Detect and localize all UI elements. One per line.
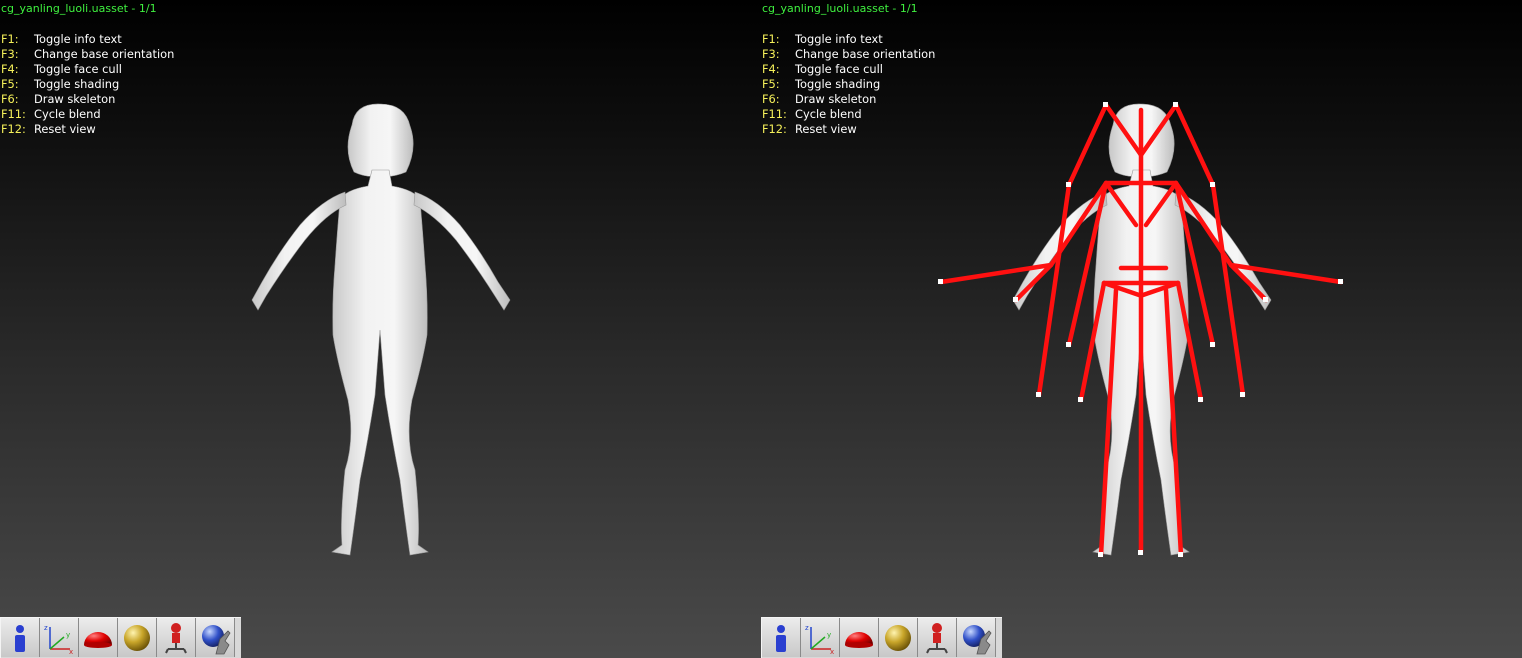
shortcut-desc: Toggle face cull bbox=[34, 62, 122, 76]
shortcut-desc: Draw skeleton bbox=[34, 92, 116, 106]
shortcut-row: F5: Toggle shading bbox=[762, 77, 935, 92]
skeleton-button[interactable] bbox=[157, 618, 196, 657]
axes-button[interactable]: z y x bbox=[40, 618, 79, 657]
shortcut-row: F4: Toggle face cull bbox=[1, 62, 174, 77]
info-button[interactable] bbox=[1, 618, 40, 657]
shortcut-key: F5: bbox=[1, 77, 19, 91]
svg-text:y: y bbox=[66, 631, 70, 639]
shortcut-row: F1: Toggle info text bbox=[1, 32, 174, 47]
red-robot-icon bbox=[926, 622, 948, 653]
shortcut-key: F3: bbox=[1, 47, 19, 61]
shortcut-row: F5: Toggle shading bbox=[1, 77, 174, 92]
environment-button[interactable] bbox=[957, 618, 996, 657]
shortcut-key: F3: bbox=[762, 47, 780, 61]
viewport-right[interactable]: cg_yanling_luoli.uasset - 1/1 F1: Toggle … bbox=[761, 0, 1522, 658]
file-title: cg_yanling_luoli.uasset - 1/1 bbox=[762, 2, 918, 15]
shading-button[interactable] bbox=[840, 618, 879, 657]
shortcut-row: F4: Toggle face cull bbox=[762, 62, 935, 77]
svg-text:y: y bbox=[827, 631, 831, 639]
material-button[interactable] bbox=[879, 618, 918, 657]
shading-button[interactable] bbox=[79, 618, 118, 657]
shortcut-row: F11: Cycle blend bbox=[762, 107, 935, 122]
shortcut-row: F6: Draw skeleton bbox=[1, 92, 174, 107]
shortcut-key: F1: bbox=[762, 32, 780, 46]
shortcut-desc: Toggle info text bbox=[795, 32, 883, 46]
environment-button[interactable] bbox=[196, 618, 235, 657]
shortcut-key: F4: bbox=[762, 62, 780, 76]
axes-icon: z y x bbox=[44, 624, 73, 655]
shortcut-list: F1: Toggle info text F3: Change base orien… bbox=[1, 32, 174, 137]
shortcut-list: F1: Toggle info text F3: Change base orien… bbox=[762, 32, 935, 137]
info-icon bbox=[776, 624, 786, 652]
globe-hand-icon bbox=[202, 624, 231, 654]
shortcut-desc: Toggle shading bbox=[34, 77, 120, 91]
shortcut-desc: Cycle blend bbox=[795, 107, 862, 121]
shortcut-row: F1: Toggle info text bbox=[762, 32, 935, 47]
shortcut-row: F12: Reset view bbox=[1, 122, 174, 137]
svg-text:x: x bbox=[69, 648, 73, 655]
viewer-toolbar: z y x bbox=[761, 617, 1002, 658]
globe-hand-icon bbox=[963, 624, 992, 654]
shortcut-row: F3: Change base orientation bbox=[762, 47, 935, 62]
viewer-toolbar: z y x bbox=[0, 617, 241, 658]
shortcut-key: F4: bbox=[1, 62, 19, 76]
shortcut-desc: Cycle blend bbox=[34, 107, 101, 121]
gold-sphere-icon bbox=[124, 624, 150, 651]
gold-sphere-icon bbox=[885, 624, 911, 651]
shortcut-row: F11: Cycle blend bbox=[1, 107, 174, 122]
axes-button[interactable]: z y x bbox=[801, 618, 840, 657]
shortcut-key: F5: bbox=[762, 77, 780, 91]
shortcut-desc: Toggle info text bbox=[34, 32, 122, 46]
red-robot-icon bbox=[165, 622, 187, 653]
shortcut-row: F6: Draw skeleton bbox=[762, 92, 935, 107]
shortcut-key: F6: bbox=[1, 92, 19, 106]
shortcut-key: F12: bbox=[762, 122, 787, 136]
skeleton-button[interactable] bbox=[918, 618, 957, 657]
shortcut-desc: Change base orientation bbox=[34, 47, 175, 61]
svg-text:z: z bbox=[44, 624, 48, 632]
svg-text:x: x bbox=[830, 648, 834, 655]
svg-text:z: z bbox=[805, 624, 809, 632]
red-dome-icon bbox=[84, 631, 112, 648]
shortcut-desc: Change base orientation bbox=[795, 47, 936, 61]
shortcut-key: F6: bbox=[762, 92, 780, 106]
shortcut-desc: Draw skeleton bbox=[795, 92, 877, 106]
shortcut-key: F12: bbox=[1, 122, 26, 136]
shortcut-desc: Toggle face cull bbox=[795, 62, 883, 76]
material-button[interactable] bbox=[118, 618, 157, 657]
skeleton-overlay bbox=[938, 102, 1344, 558]
shortcut-key: F11: bbox=[762, 107, 787, 121]
shortcut-row: F12: Reset view bbox=[762, 122, 935, 137]
info-icon bbox=[15, 624, 25, 652]
shortcut-desc: Toggle shading bbox=[795, 77, 881, 91]
shortcut-desc: Reset view bbox=[795, 122, 857, 136]
shortcut-key: F1: bbox=[1, 32, 19, 46]
shortcut-row: F3: Change base orientation bbox=[1, 47, 174, 62]
shortcut-key: F11: bbox=[1, 107, 26, 121]
axes-icon: z y x bbox=[805, 624, 834, 655]
red-dome-icon bbox=[845, 631, 873, 648]
info-button[interactable] bbox=[762, 618, 801, 657]
shortcut-desc: Reset view bbox=[34, 122, 96, 136]
viewport-left[interactable]: cg_yanling_luoli.uasset - 1/1 F1: Toggle … bbox=[0, 0, 761, 658]
file-title: cg_yanling_luoli.uasset - 1/1 bbox=[1, 2, 157, 15]
